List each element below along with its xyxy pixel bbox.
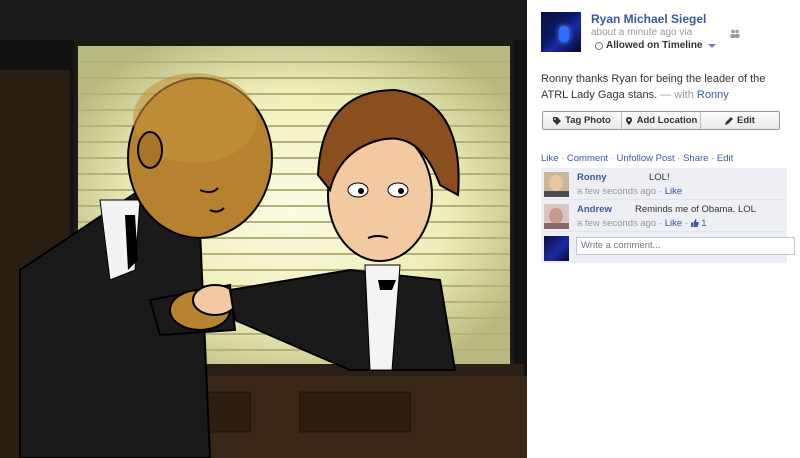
comment-item: Ronny LOL! a few seconds ago · Like — [541, 168, 787, 200]
edit-button[interactable]: Edit — [701, 112, 779, 129]
edit-label: Edit — [737, 115, 755, 126]
post-header: Ryan Michael Siegel about a minute ago v… — [541, 12, 791, 56]
cartoon-photo — [0, 0, 527, 458]
post-timestamp: about a minute ago via — [591, 27, 693, 38]
thumbs-up-icon — [690, 219, 699, 227]
comments-section: Ronny LOL! a few seconds ago · Like Andr… — [541, 168, 795, 263]
add-location-button[interactable]: Add Location — [622, 112, 701, 129]
comment-time: a few seconds ago — [577, 218, 657, 229]
caption-with-prefix: — with — [657, 89, 697, 101]
photo-stage[interactable] — [0, 0, 527, 458]
chevron-down-icon — [707, 43, 716, 48]
separator: · — [682, 218, 691, 229]
comment-like-link[interactable]: Like — [665, 186, 682, 197]
viewer-avatar[interactable] — [544, 236, 569, 261]
comment-time: a few seconds ago — [577, 186, 657, 197]
commenter-avatar[interactable] — [544, 204, 569, 229]
comment-link[interactable]: Comment — [567, 153, 608, 164]
commenter-avatar[interactable] — [544, 172, 569, 197]
separator: · — [558, 153, 567, 164]
commenter-name[interactable]: Ronny — [577, 172, 607, 183]
post-side-panel: Ryan Michael Siegel about a minute ago v… — [527, 0, 800, 458]
share-link[interactable]: Share — [683, 153, 708, 164]
photo-action-buttons: Tag Photo Add Location Edit — [542, 111, 780, 130]
tag-icon — [553, 116, 562, 125]
comment-item: Andrew Reminds me of Obama. LOL a few se… — [541, 200, 787, 232]
author-name[interactable]: Ryan Michael Siegel — [591, 12, 706, 26]
comment-text: LOL! — [649, 172, 670, 183]
unfollow-post-link[interactable]: Unfollow Post — [617, 153, 675, 164]
separator: · — [708, 153, 717, 164]
separator: · — [656, 218, 665, 229]
comment-meta: a few seconds ago · Like · 1 — [577, 218, 707, 229]
comment-composer: Write a comment... — [541, 232, 795, 263]
comment-like-link[interactable]: Like — [665, 218, 682, 229]
tagged-friend-link[interactable]: Ronny — [697, 89, 729, 101]
tag-photo-button[interactable]: Tag Photo — [543, 112, 622, 129]
caption-text: Ronny thanks Ryan for being the leader o… — [541, 73, 766, 101]
globe-icon — [595, 41, 603, 50]
pencil-icon — [725, 116, 734, 125]
location-pin-icon — [625, 116, 632, 125]
separator: · — [674, 153, 684, 164]
commenter-name[interactable]: Andrew — [577, 204, 612, 215]
separator: · — [608, 153, 617, 164]
write-comment-input[interactable]: Write a comment... — [576, 237, 795, 255]
author-avatar[interactable] — [541, 12, 581, 52]
post-caption: Ronny thanks Ryan for being the leader o… — [541, 71, 789, 103]
edit-link[interactable]: Edit — [717, 153, 733, 164]
comment-meta: a few seconds ago · Like — [577, 186, 682, 197]
people-icon — [730, 29, 740, 38]
comment-likes-count[interactable]: 1 — [690, 218, 707, 229]
comment-text: Reminds me of Obama. LOL — [635, 204, 756, 215]
audience-selector[interactable]: Allowed on Timeline — [595, 40, 716, 51]
add-location-label: Add Location — [636, 115, 698, 126]
post-actions: Like · Comment · Unfollow Post · Share ·… — [541, 153, 733, 164]
likes-count: 1 — [701, 218, 707, 229]
audience-label: Allowed on Timeline — [606, 40, 703, 51]
tag-photo-label: Tag Photo — [565, 115, 611, 126]
like-link[interactable]: Like — [541, 153, 558, 164]
separator: · — [656, 186, 665, 197]
